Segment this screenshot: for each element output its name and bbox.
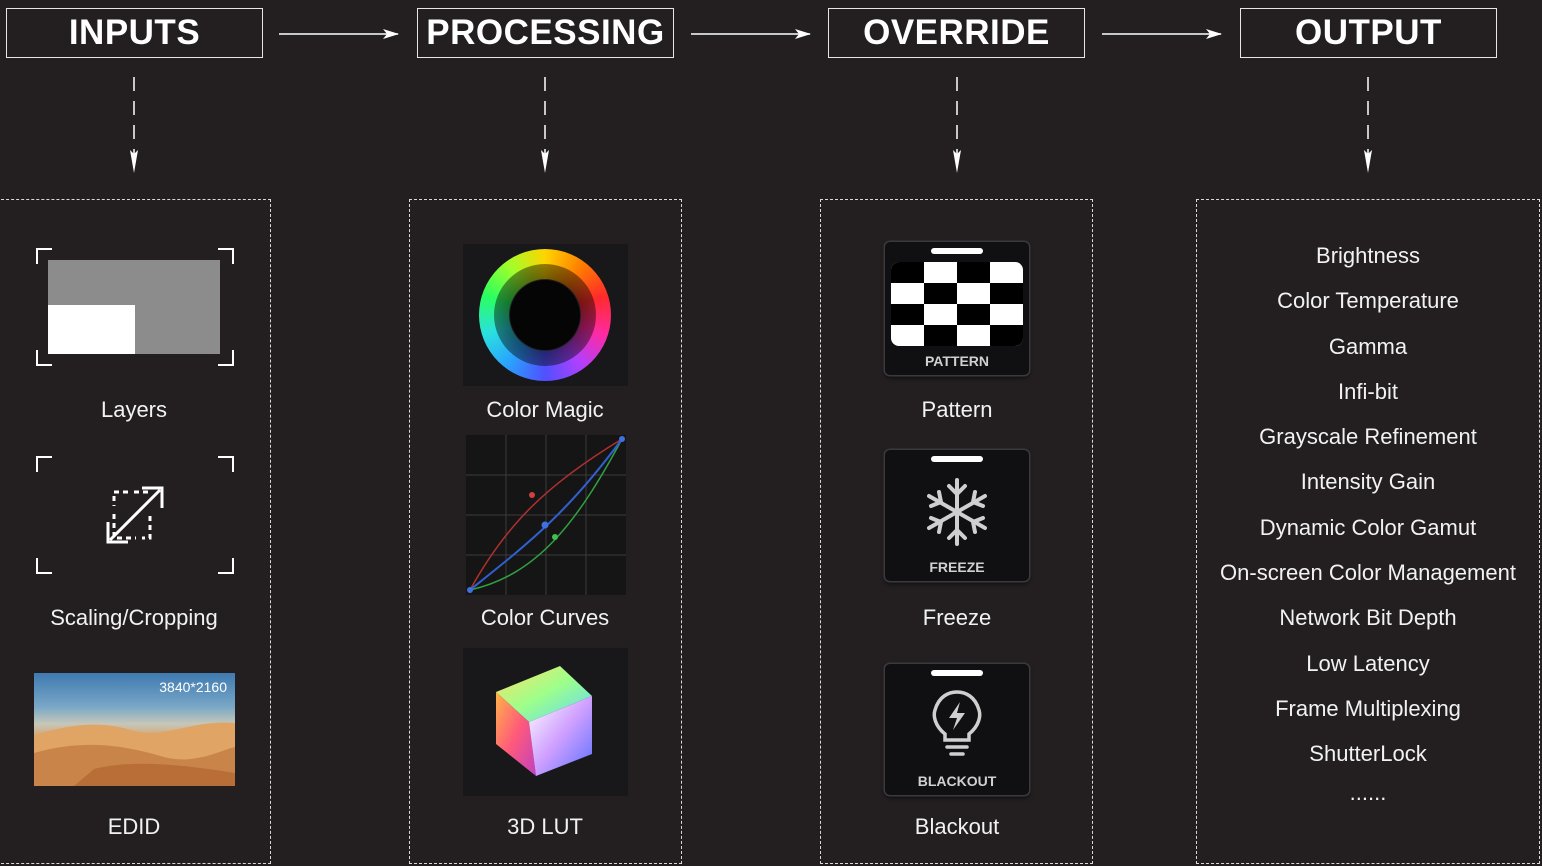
edid-label: EDID (107, 814, 161, 839)
pattern-tile: PATTERN (885, 242, 1029, 375)
edid-desert-image: 3840*2160 (34, 673, 235, 786)
freeze-tile: FREEZE (885, 450, 1029, 581)
output-item: On-screen Color Management (1220, 560, 1516, 585)
color-curves-label: Color Curves (480, 605, 610, 630)
edid-resolution: 3840*2160 (159, 679, 227, 695)
output-item: Frame Multiplexing (1275, 696, 1461, 721)
snowflake-icon (927, 478, 987, 546)
layers-icon (36, 248, 234, 366)
output-item-ellipsis: ...... (1349, 780, 1387, 805)
blackout-caption: BLACKOUT (917, 773, 997, 789)
pattern-label: Pattern (921, 397, 993, 422)
output-item: ShutterLock (1309, 741, 1427, 766)
flow-arrows (130, 29, 1372, 173)
output-item: Intensity Gain (1300, 469, 1436, 494)
scaling-icon (36, 456, 234, 574)
layers-label: Layers (100, 397, 168, 422)
color-magic-label: Color Magic (486, 397, 604, 422)
lut-cube-icon (463, 648, 628, 796)
output-item: Low Latency (1306, 651, 1430, 676)
color-curves-icon (466, 435, 626, 595)
blackout-tile: BLACKOUT (885, 664, 1029, 795)
lightbulb-icon (932, 690, 982, 756)
output-item: Infi-bit (1338, 379, 1398, 404)
pattern-caption: PATTERN (924, 353, 990, 369)
output-item: Dynamic Color Gamut (1259, 515, 1477, 540)
output-item: Gamma (1328, 334, 1408, 359)
output-item: Network Bit Depth (1279, 605, 1457, 630)
output-item: Color Temperature (1277, 288, 1459, 313)
lut-label: 3D LUT (507, 814, 583, 839)
resize-arrow-icon (106, 486, 164, 544)
color-wheel-icon (463, 244, 628, 386)
output-item: Brightness (1316, 243, 1420, 268)
scaling-label: Scaling/Cropping (50, 605, 218, 630)
checkerboard-icon (891, 262, 1023, 346)
freeze-label: Freeze (922, 605, 992, 630)
freeze-caption: FREEZE (929, 559, 985, 575)
output-item: Grayscale Refinement (1259, 424, 1477, 449)
blackout-label: Blackout (914, 814, 1000, 839)
